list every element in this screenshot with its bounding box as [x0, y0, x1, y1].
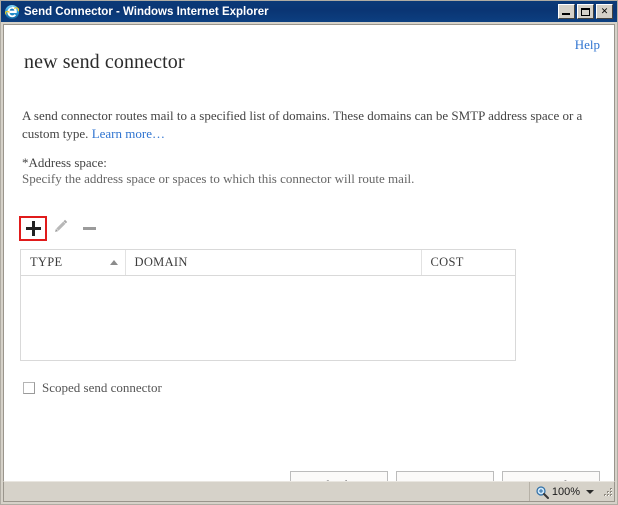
table-header-row: TYPE DOMAIN COST: [21, 250, 515, 276]
address-space-label: *Address space:: [22, 155, 107, 170]
help-link[interactable]: Help: [575, 37, 600, 53]
close-icon: ✕: [600, 6, 609, 16]
column-header-domain-label: DOMAIN: [134, 255, 188, 269]
maximize-icon: [581, 7, 590, 16]
window-controls: ✕: [558, 4, 615, 19]
resize-grip-icon[interactable]: [600, 485, 614, 499]
intro-text: A send connector routes mail to a specif…: [22, 107, 592, 143]
chevron-down-icon[interactable]: [586, 489, 594, 494]
title-bar[interactable]: Send Connector - Windows Internet Explor…: [1, 1, 617, 22]
add-address-space-button[interactable]: [19, 215, 47, 241]
edit-address-space-button[interactable]: [47, 216, 75, 241]
pencil-icon: [53, 218, 69, 239]
window-title: Send Connector - Windows Internet Explor…: [24, 5, 269, 18]
address-space-toolbar: [19, 215, 103, 241]
scoped-send-connector-label: Scoped send connector: [42, 380, 162, 395]
maximize-button[interactable]: [577, 4, 594, 19]
address-space-table: TYPE DOMAIN COST: [20, 249, 516, 361]
page-title: new send connector: [24, 51, 185, 73]
dialog-footer: back next cancel: [290, 471, 600, 481]
column-header-type[interactable]: TYPE: [21, 250, 126, 276]
zoom-control[interactable]: 100%: [530, 482, 598, 501]
minimize-button[interactable]: [558, 4, 575, 19]
minus-icon: [82, 226, 96, 230]
plus-icon: [25, 220, 41, 236]
scoped-send-connector-row[interactable]: Scoped send connector: [23, 380, 162, 396]
table-body-empty[interactable]: [21, 276, 515, 360]
zoom-level-label: 100%: [551, 485, 580, 498]
cancel-button[interactable]: cancel: [502, 471, 600, 481]
browser-window: Send Connector - Windows Internet Explor…: [0, 0, 618, 505]
close-button[interactable]: ✕: [596, 4, 613, 19]
column-header-cost[interactable]: COST: [421, 250, 515, 276]
column-header-cost-label: COST: [430, 255, 464, 269]
column-header-domain[interactable]: DOMAIN: [125, 250, 422, 276]
learn-more-link[interactable]: Learn more…: [92, 126, 165, 141]
status-bar-message-area: [4, 482, 530, 501]
scoped-send-connector-checkbox[interactable]: [23, 382, 35, 394]
sort-ascending-icon: [109, 259, 118, 265]
address-space-hint: Specify the address space or spaces to w…: [22, 171, 415, 186]
remove-address-space-button[interactable]: [75, 216, 103, 241]
next-button[interactable]: next: [396, 471, 494, 481]
send-connector-page: Help new send connector A send connector…: [4, 25, 614, 481]
minimize-icon: [562, 13, 570, 15]
browser-client-area: Help new send connector A send connector…: [3, 24, 615, 481]
back-button[interactable]: back: [290, 471, 388, 481]
internet-explorer-icon: [4, 4, 20, 20]
magnifier-icon: [535, 485, 549, 499]
status-bar: 100%: [3, 481, 615, 502]
column-header-type-label: TYPE: [30, 255, 63, 269]
